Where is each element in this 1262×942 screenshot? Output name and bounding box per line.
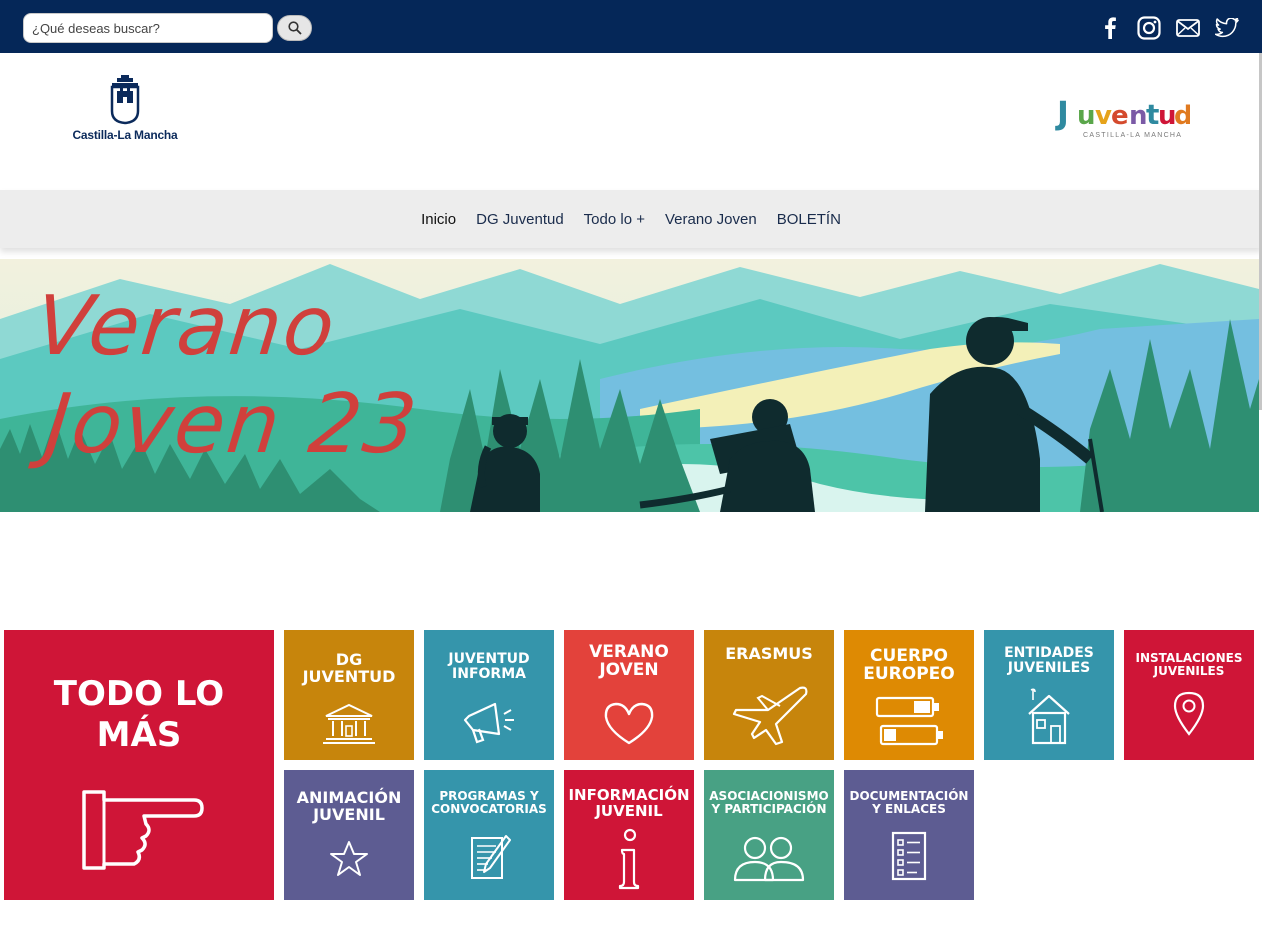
svg-text:J: J: [1055, 94, 1069, 132]
house-icon: [1028, 688, 1070, 745]
tile-informacion-juvenil[interactable]: INFORMACIÓN JUVENIL: [564, 770, 694, 900]
tile-documentacion-label-2: Y ENLACES: [872, 801, 946, 816]
hero-banner[interactable]: Verano Joven 23: [0, 259, 1259, 512]
nav-item-verano-joven[interactable]: Verano Joven: [655, 211, 767, 228]
svg-text:u: u: [1077, 101, 1096, 131]
tile-erasmus[interactable]: ERASMUS: [704, 630, 834, 760]
tile-cuerpo-europeo[interactable]: CUERPO EUROPEO: [844, 630, 974, 760]
twitter-link[interactable]: [1214, 15, 1240, 41]
megaphone-icon: [463, 702, 514, 744]
tile-instalaciones-juveniles-label-1: INSTALACIONES: [1135, 651, 1243, 665]
juventud-wordmark: J u v e n t u d: [1055, 94, 1193, 132]
email-link[interactable]: [1175, 15, 1201, 41]
tile-asociacionismo-participacion[interactable]: ASOCIACIONISMO Y PARTICIPACIÓN: [704, 770, 834, 900]
tile-verano-joven-label-2: JOVEN: [599, 659, 659, 680]
svg-text:d: d: [1174, 101, 1190, 131]
tile-asociacionismo-label-2: Y PARTICIPACIÓN: [711, 801, 827, 816]
instagram-icon: [1137, 16, 1161, 40]
tile-informacion-juvenil-label-2: JUVENIL: [595, 801, 663, 820]
coat-of-arms-icon: [110, 75, 140, 125]
tile-erasmus-label: ERASMUS: [725, 644, 813, 663]
tile-programas-label-2: CONVOCATORIAS: [431, 801, 547, 816]
institution-building-icon: [323, 703, 375, 744]
tile-entidades-juveniles[interactable]: ENTIDADES JUVENILES: [984, 630, 1114, 760]
castilla-la-mancha-logo[interactable]: Castilla-La Mancha: [70, 75, 180, 145]
tile-animacion-juvenil[interactable]: ANIMACIÓN JUVENIL: [284, 770, 414, 900]
document-pencil-icon: [471, 835, 511, 879]
airplane-icon: [732, 686, 808, 746]
tile-animacion-juvenil-label-2: JUVENIL: [313, 804, 385, 824]
tile-entidades-juveniles-label-2: JUVENILES: [1007, 659, 1091, 676]
tile-todo-lo-mas[interactable]: TODO LO MÁS: [4, 630, 274, 900]
svg-text:e: e: [1111, 101, 1129, 131]
search-button[interactable]: [277, 15, 312, 41]
checklist-icon: [891, 831, 927, 881]
tile-juventud-informa-label-2: INFORMA: [452, 665, 526, 682]
tile-verano-joven[interactable]: VERANO JOVEN: [564, 630, 694, 760]
star-icon: [330, 841, 368, 876]
tile-juventud-informa-label-1: JUVENTUD: [448, 651, 530, 667]
nav-item-todo-lo-mas[interactable]: Todo lo +: [574, 211, 655, 228]
tile-todo-lo-mas-label-1: TODO LO: [53, 674, 225, 714]
tile-programas-convocatorias[interactable]: PROGRAMAS Y CONVOCATORIAS: [424, 770, 554, 900]
mail-icon: [1176, 19, 1200, 37]
people-icon: [733, 836, 805, 882]
tile-juventud-informa[interactable]: JUVENTUD INFORMA: [424, 630, 554, 760]
hero-title-line2: Joven 23: [41, 377, 423, 472]
juventud-logo-subtitle: CASTILLA-LA MANCHA: [1083, 132, 1183, 139]
tile-dg-juventud[interactable]: DG JUVENTUD: [284, 630, 414, 760]
tile-cuerpo-europeo-label-2: EUROPEO: [863, 663, 955, 684]
facebook-icon: [1105, 17, 1116, 39]
svg-text:v: v: [1095, 101, 1112, 131]
location-pin-icon: [1173, 691, 1205, 736]
search-icon: [287, 21, 302, 35]
top-bar: [0, 0, 1262, 53]
juventud-logo[interactable]: J u v e n t u d CASTILLA-LA MANCHA: [1055, 88, 1193, 148]
nav-item-dg-juventud[interactable]: DG Juventud: [466, 211, 574, 228]
instagram-link[interactable]: [1136, 15, 1162, 41]
battery-icon: [875, 696, 943, 746]
info-icon: [618, 828, 640, 890]
page: Castilla-La Mancha J u v e n t u d CASTI…: [0, 0, 1262, 942]
nav-item-boletin[interactable]: BOLETÍN: [767, 211, 851, 228]
pointing-hand-icon: [82, 789, 204, 870]
heart-icon: [604, 702, 654, 745]
search-input[interactable]: [23, 13, 273, 43]
facebook-link[interactable]: [1097, 15, 1123, 41]
tile-dg-juventud-label-2: JUVENTUD: [302, 666, 396, 686]
tile-entidades-juveniles-label-1: ENTIDADES: [1004, 645, 1094, 661]
tile-instalaciones-juveniles[interactable]: INSTALACIONES JUVENILES: [1124, 630, 1254, 760]
site-header: Castilla-La Mancha J u v e n t u d CASTI…: [0, 53, 1262, 190]
tile-instalaciones-juveniles-label-2: JUVENILES: [1153, 663, 1225, 678]
castilla-la-mancha-text: Castilla-La Mancha: [72, 128, 178, 142]
main-nav: Inicio DG Juventud Todo lo + Verano Jove…: [0, 190, 1262, 248]
hero-title-line1: Verano: [31, 279, 341, 374]
tile-documentacion-enlaces[interactable]: DOCUMENTACIÓN Y ENLACES: [844, 770, 974, 900]
twitter-icon: [1215, 18, 1239, 38]
tile-documentacion-label-1: DOCUMENTACIÓN: [849, 789, 969, 803]
tile-todo-lo-mas-label-2: MÁS: [96, 714, 182, 755]
tile-programas-label-1: PROGRAMAS Y: [439, 789, 539, 803]
tile-asociacionismo-label-1: ASOCIACIONISMO: [709, 789, 829, 803]
nav-item-inicio[interactable]: Inicio: [411, 211, 466, 228]
svg-text:n: n: [1129, 101, 1148, 131]
